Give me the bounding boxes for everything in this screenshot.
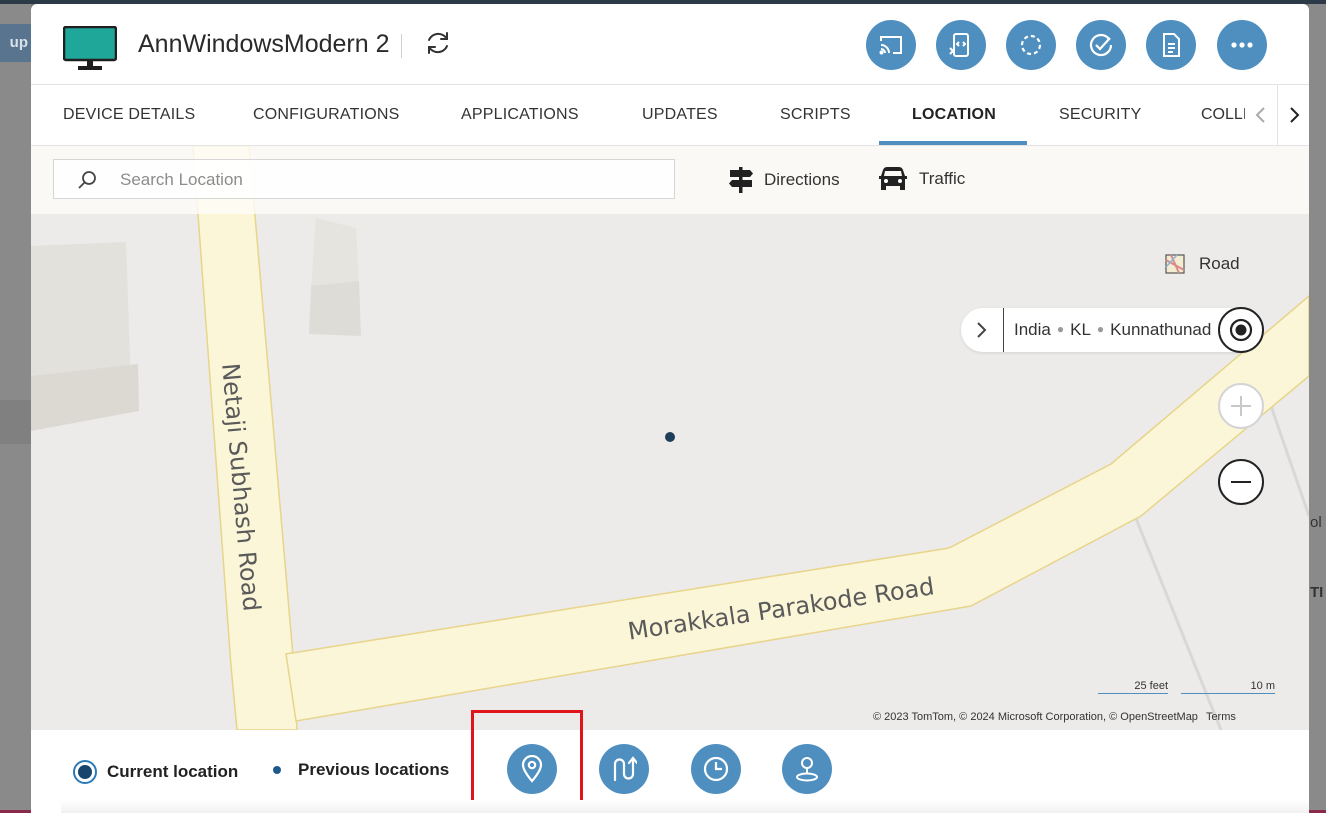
current-location-button[interactable] bbox=[507, 744, 557, 794]
current-location-label: Current location bbox=[107, 762, 239, 781]
active-tab-indicator bbox=[879, 141, 1027, 145]
tab-location[interactable]: LOCATION bbox=[912, 106, 996, 124]
sync-icon bbox=[1020, 34, 1042, 56]
monitor-icon bbox=[63, 26, 117, 70]
background-page-right bbox=[1309, 4, 1326, 813]
legend-previous-locations: Previous locations bbox=[266, 760, 449, 780]
zoom-out-button[interactable] bbox=[1218, 459, 1264, 505]
search-box bbox=[53, 159, 675, 199]
breadcrumb-divider bbox=[1003, 308, 1004, 352]
check-circle-icon bbox=[1089, 33, 1113, 57]
tab-device-details[interactable]: DEVICE DETAILS bbox=[63, 106, 195, 124]
previous-location-icon bbox=[273, 766, 281, 774]
target-icon bbox=[1229, 318, 1253, 342]
location-breadcrumb-bar: India ● KL ● Kunnathunad bbox=[961, 308, 1261, 352]
minus-icon bbox=[1231, 481, 1251, 483]
tab-updates[interactable]: UPDATES bbox=[642, 106, 718, 124]
directions-button[interactable]: Directions bbox=[728, 166, 840, 194]
refresh-icon[interactable] bbox=[424, 29, 452, 57]
person-location-icon bbox=[796, 757, 818, 782]
route-button[interactable] bbox=[599, 744, 649, 794]
terms-link[interactable]: Terms bbox=[1206, 711, 1236, 723]
remote-script-icon bbox=[949, 33, 969, 57]
breadcrumb-locality[interactable]: Kunnathunad bbox=[1110, 320, 1211, 339]
previous-locations-label: Previous locations bbox=[298, 760, 450, 779]
route-icon bbox=[613, 756, 637, 782]
more-button[interactable] bbox=[1217, 20, 1267, 70]
chevron-left-icon bbox=[1255, 107, 1265, 123]
tab-scripts[interactable]: SCRIPTS bbox=[780, 106, 851, 124]
legend-current-location: Current location bbox=[73, 760, 238, 784]
compliance-button[interactable] bbox=[1076, 20, 1126, 70]
cast-icon bbox=[879, 36, 902, 55]
current-location-icon bbox=[73, 760, 97, 784]
background-text-fragment: ol bbox=[1310, 514, 1322, 531]
background-band bbox=[0, 400, 31, 444]
search-icon bbox=[78, 171, 96, 189]
background-text-fragment: TI bbox=[1310, 584, 1324, 601]
remote-script-button[interactable] bbox=[936, 20, 986, 70]
tabs-scroll-left-button[interactable] bbox=[1245, 85, 1277, 145]
car-icon bbox=[879, 167, 907, 190]
building-shape bbox=[309, 281, 361, 336]
map-toolbar: Directions Traffic bbox=[31, 146, 1309, 214]
breadcrumb-separator: ● bbox=[1096, 322, 1105, 336]
chevron-right-icon[interactable] bbox=[971, 320, 991, 340]
search-location-input[interactable] bbox=[118, 166, 662, 194]
breadcrumb-country[interactable]: India bbox=[1014, 320, 1051, 339]
background-tab-fragment: up bbox=[0, 24, 31, 62]
breadcrumb-separator: ● bbox=[1056, 322, 1065, 336]
map-style-label: Road bbox=[1199, 254, 1240, 273]
map-view[interactable]: Netaji Subhash Road Morakkala Parakode R… bbox=[31, 146, 1309, 730]
title-divider bbox=[401, 34, 402, 58]
tab-security[interactable]: SECURITY bbox=[1059, 106, 1142, 124]
sync-button[interactable] bbox=[1006, 20, 1056, 70]
plus-icon bbox=[1231, 396, 1251, 416]
scale-bar-metric: 10 m bbox=[1181, 680, 1275, 694]
map-style-selector[interactable]: Road bbox=[1165, 254, 1240, 274]
device-modal: AnnWindowsModern 2 DEVICE DETAILS CONFIG… bbox=[31, 4, 1309, 813]
device-title: AnnWindowsModern 2 bbox=[138, 30, 390, 58]
road-style-icon bbox=[1165, 254, 1185, 274]
person-location-button[interactable] bbox=[782, 744, 832, 794]
document-icon bbox=[1163, 33, 1180, 57]
more-icon bbox=[1231, 42, 1253, 48]
breadcrumb-state[interactable]: KL bbox=[1070, 320, 1091, 339]
zoom-in-button[interactable] bbox=[1218, 383, 1264, 429]
legend-bottom-shade bbox=[61, 800, 1309, 813]
location-breadcrumb: India ● KL ● Kunnathunad bbox=[1014, 320, 1211, 340]
modal-header: AnnWindowsModern 2 bbox=[31, 4, 1309, 85]
previous-location-marker[interactable] bbox=[665, 432, 675, 442]
tab-collections-partial[interactable]: COLLI bbox=[1201, 106, 1247, 124]
chevron-right-icon bbox=[1290, 107, 1300, 123]
locate-me-button[interactable] bbox=[1218, 307, 1264, 353]
traffic-button[interactable]: Traffic bbox=[877, 166, 965, 192]
road-morakkala-parakode bbox=[285, 295, 1309, 722]
tabs-scroll-right-button[interactable] bbox=[1277, 85, 1309, 145]
building-shape bbox=[311, 218, 359, 289]
attribution-text: © 2023 TomTom, © 2024 Microsoft Corporat… bbox=[873, 711, 1198, 723]
history-clock-icon bbox=[703, 756, 729, 782]
history-button[interactable] bbox=[691, 744, 741, 794]
cast-button[interactable] bbox=[866, 20, 916, 70]
map-legend-bar: Current location Previous locations bbox=[31, 710, 1309, 813]
footpath-line bbox=[1129, 505, 1223, 730]
traffic-label: Traffic bbox=[919, 169, 966, 188]
scale-bar-imperial: 25 feet bbox=[1098, 680, 1168, 694]
tab-configurations[interactable]: CONFIGURATIONS bbox=[253, 106, 400, 124]
directions-label: Directions bbox=[764, 170, 840, 189]
tab-bar: DEVICE DETAILS CONFIGURATIONS APPLICATIO… bbox=[31, 85, 1309, 146]
directions-signpost-icon bbox=[729, 167, 753, 193]
report-button[interactable] bbox=[1146, 20, 1196, 70]
map-attribution: © 2023 TomTom, © 2024 Microsoft Corporat… bbox=[873, 711, 1236, 723]
tab-applications[interactable]: APPLICATIONS bbox=[461, 106, 579, 124]
location-pin-icon bbox=[521, 755, 543, 783]
footpath-line bbox=[1269, 405, 1309, 517]
